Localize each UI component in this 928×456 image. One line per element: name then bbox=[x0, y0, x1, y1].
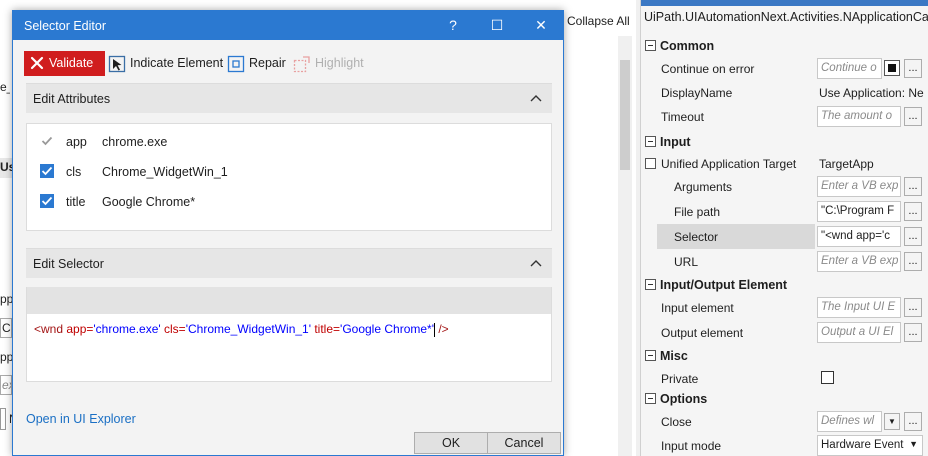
designer-fragment[interactable]: C:\ bbox=[0, 318, 12, 338]
chevron-down-icon: ▼ bbox=[909, 439, 918, 449]
property-url: URL Enter a VB exp ... bbox=[641, 249, 928, 274]
ellipsis-button[interactable]: ... bbox=[904, 59, 922, 78]
properties-activity-type: UiPath.UIAutomationNext.Activities.NAppl… bbox=[644, 10, 928, 24]
property-selector: Selector "<wnd app='c ... bbox=[641, 224, 928, 249]
designer-fragment[interactable]: ex bbox=[0, 375, 12, 395]
property-close: Close Defines wl ▼ ... bbox=[641, 409, 928, 434]
selector-toolbar: Validate Indicate Element Repair Highlig… bbox=[13, 40, 563, 82]
ok-button[interactable]: OK bbox=[414, 432, 488, 454]
selector-input[interactable]: "<wnd app='c bbox=[817, 226, 901, 247]
close-input[interactable]: Defines wl bbox=[817, 411, 882, 432]
maximize-button[interactable]: ☐ bbox=[477, 11, 517, 40]
continue-on-error-input[interactable]: Continue o bbox=[817, 58, 882, 79]
property-unified-target: Unified Application Target TargetApp bbox=[641, 151, 928, 176]
input-mode-select[interactable]: Hardware Event ▼ bbox=[817, 435, 923, 456]
cursor-target-icon bbox=[108, 55, 126, 73]
category-options[interactable]: Options bbox=[641, 388, 928, 410]
input-element-input[interactable]: The Input UI E bbox=[817, 297, 901, 318]
timeout-input[interactable]: The amount o bbox=[817, 106, 901, 127]
dropdown-arrow-icon[interactable]: ▼ bbox=[884, 413, 900, 430]
designer-checkbox[interactable] bbox=[0, 408, 6, 430]
designer-fragment: e_ bbox=[0, 80, 10, 94]
arguments-input[interactable]: Enter a VB exp bbox=[817, 176, 901, 197]
ellipsis-button[interactable]: ... bbox=[904, 107, 922, 126]
property-continue-on-error: Continue on error Continue o ... bbox=[641, 56, 928, 81]
url-input[interactable]: Enter a VB exp bbox=[817, 251, 901, 272]
designer-scrollbar-thumb[interactable] bbox=[620, 60, 630, 170]
close-button[interactable]: ✕ bbox=[521, 11, 561, 40]
properties-header-bar bbox=[641, 0, 928, 6]
selector-code[interactable]: <wnd app='chrome.exe' cls='Chrome_Widget… bbox=[34, 322, 449, 337]
property-input-element: Input element The Input UI E ... bbox=[641, 295, 928, 320]
ellipsis-button[interactable]: ... bbox=[904, 323, 922, 342]
collapse-icon[interactable] bbox=[645, 158, 656, 169]
chevron-up-icon[interactable] bbox=[530, 259, 542, 267]
ellipsis-button[interactable]: ... bbox=[904, 412, 922, 431]
ellipsis-button[interactable]: ... bbox=[904, 298, 922, 317]
ellipsis-button[interactable]: ... bbox=[904, 252, 922, 271]
open-in-ui-explorer-link[interactable]: Open in UI Explorer bbox=[26, 412, 136, 426]
attribute-row-cls: cls Chrome_WidgetWin_1 bbox=[27, 156, 551, 186]
file-path-input[interactable]: "C:\Program F bbox=[817, 201, 901, 222]
attribute-checkbox[interactable] bbox=[40, 194, 54, 208]
collapse-icon[interactable] bbox=[645, 350, 656, 361]
cancel-button[interactable]: Cancel bbox=[487, 432, 561, 454]
attribute-checkbox[interactable] bbox=[40, 164, 54, 178]
property-input-mode: Input mode Hardware Event ▼ bbox=[641, 433, 928, 456]
collapse-all-button[interactable]: Collapse All bbox=[562, 12, 635, 30]
collapse-icon[interactable] bbox=[645, 136, 656, 147]
ellipsis-button[interactable]: ... bbox=[904, 202, 922, 221]
highlight-icon bbox=[293, 56, 310, 73]
selector-editor-dialog: Selector Editor ? ☐ ✕ Validate Indicate … bbox=[12, 10, 564, 456]
output-element-input[interactable]: Output a UI El bbox=[817, 322, 901, 343]
display-name-input[interactable]: Use Application: Ne bbox=[819, 86, 925, 100]
category-common[interactable]: Common bbox=[641, 35, 928, 57]
category-misc[interactable]: Misc bbox=[641, 345, 928, 367]
dialog-title-bar[interactable]: Selector Editor ? ☐ ✕ bbox=[13, 11, 563, 40]
ellipsis-button[interactable]: ... bbox=[904, 227, 922, 246]
attribute-row-title: title Google Chrome* bbox=[27, 186, 551, 216]
repair-icon bbox=[227, 55, 245, 73]
selector-gutter bbox=[26, 287, 552, 314]
attributes-list: app chrome.exe cls Chrome_WidgetWin_1 ti… bbox=[26, 123, 552, 231]
collapse-icon[interactable] bbox=[645, 40, 656, 51]
designer-fragment: Us bbox=[0, 158, 12, 178]
selector-text-editor[interactable]: <wnd app='chrome.exe' cls='Chrome_Widget… bbox=[26, 314, 552, 382]
validate-button[interactable]: Validate bbox=[24, 51, 105, 76]
property-display-name: DisplayName Use Application: Ne bbox=[661, 86, 925, 100]
ellipsis-button[interactable]: ... bbox=[904, 177, 922, 196]
collapse-icon[interactable] bbox=[645, 279, 656, 290]
edit-selector-header[interactable]: Edit Selector bbox=[26, 248, 552, 278]
properties-panel: UiPath.UIAutomationNext.Activities.NAppl… bbox=[640, 0, 928, 456]
unified-target-value: TargetApp bbox=[819, 157, 874, 171]
property-file-path: File path "C:\Program F ... bbox=[641, 199, 928, 224]
help-button[interactable]: ? bbox=[433, 11, 473, 40]
dialog-title: Selector Editor bbox=[24, 19, 106, 33]
property-output-element: Output element Output a UI El ... bbox=[641, 320, 928, 345]
private-checkbox[interactable] bbox=[821, 371, 834, 384]
property-arguments: Arguments Enter a VB exp ... bbox=[641, 174, 928, 199]
collapse-icon[interactable] bbox=[645, 393, 656, 404]
argument-toggle-icon[interactable] bbox=[884, 60, 900, 76]
category-input-output-element[interactable]: Input/Output Element bbox=[641, 274, 928, 296]
chevron-up-icon[interactable] bbox=[530, 94, 542, 102]
designer-fragment: ppl bbox=[0, 350, 12, 364]
property-timeout: Timeout The amount o ... bbox=[641, 104, 928, 129]
edit-attributes-header[interactable]: Edit Attributes bbox=[26, 83, 552, 113]
category-input[interactable]: Input bbox=[641, 131, 928, 153]
close-x-icon bbox=[30, 56, 44, 70]
designer-fragment: ppl bbox=[0, 292, 12, 306]
attribute-checkbox-disabled[interactable] bbox=[40, 134, 54, 148]
attribute-row-app: app chrome.exe bbox=[27, 126, 551, 156]
